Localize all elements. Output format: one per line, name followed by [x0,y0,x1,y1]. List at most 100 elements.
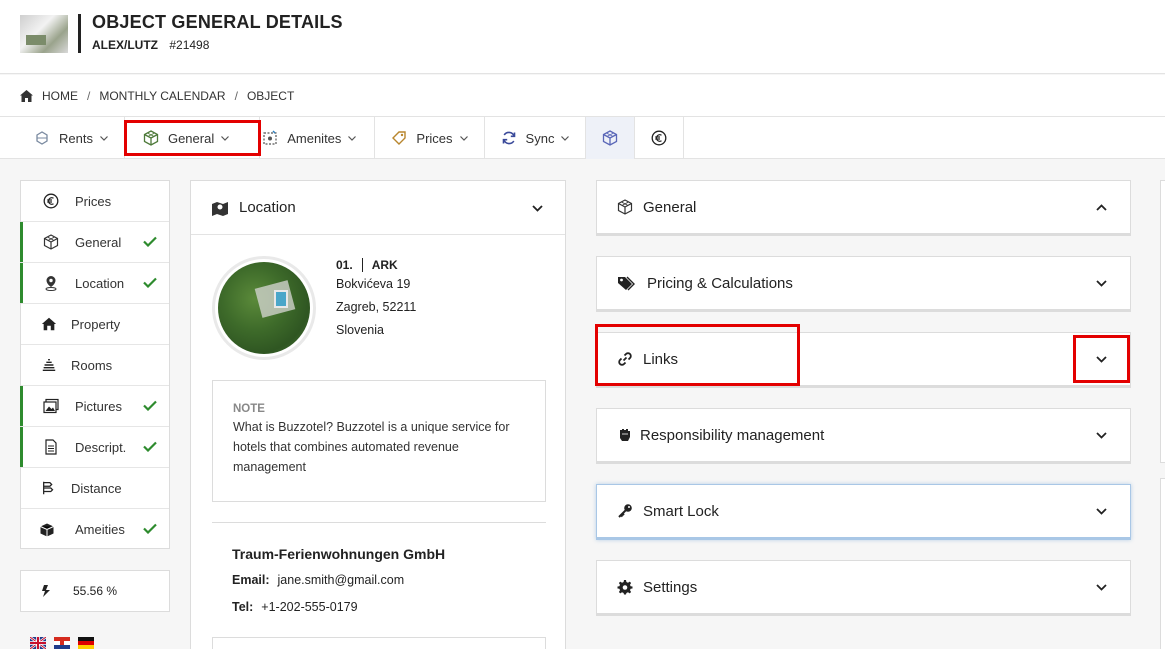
sidebar-item-pictures[interactable]: Pictures [20,386,169,427]
flag-uk-icon[interactable] [30,637,46,649]
note-label: NOTE [233,403,265,415]
breadcrumb-separator: / [234,88,238,103]
tab-euro[interactable] [635,117,685,159]
tags-icon [618,276,635,291]
owner-name: ALEX/LUTZ [92,38,158,52]
euro-icon [43,193,59,209]
completion-progress: 55.56 % [20,570,170,612]
tab-amenities-label: Amenites [287,130,342,146]
address-street: Bokvićeva 19 [336,277,411,291]
home-icon[interactable] [20,89,33,102]
check-icon [143,441,157,452]
next-card [212,637,546,649]
chevron-down-icon [561,135,570,141]
object-name: ARK [371,258,398,272]
tab-object-cube[interactable] [586,117,636,159]
sidebar-item-prices[interactable]: Prices [21,181,169,222]
sidebar-item-label: Property [71,316,121,332]
flag-germany-icon[interactable] [78,637,94,649]
sidebar-item-location[interactable]: Location [20,263,169,304]
highlight-general-tab [124,120,261,156]
sidebar-item-label: Distance [71,480,122,496]
accordion-general-label: General [643,198,697,216]
page-header: OBJECT GENERAL DETAILS ALEX/LUTZ #21498 [0,0,1165,74]
flag-croatia-icon[interactable] [54,637,70,649]
cube-icon [43,234,59,250]
chevron-down-icon [1096,508,1107,515]
location-pin-icon [45,276,57,291]
tab-rents[interactable]: Rents [0,117,125,159]
tab-sync[interactable]: Sync [485,117,587,159]
company-name: Traum-Ferienwohnungen GmbH [232,546,446,562]
chevron-down-icon [459,135,468,141]
check-icon [143,523,157,534]
tab-sync-label: Sync [525,130,555,146]
breadcrumb: HOME / MONTHLY CALENDAR / OBJECT [0,75,1165,116]
sidebar-item-property[interactable]: Property [21,304,169,345]
chevron-up-icon [1096,204,1107,211]
chevron-down-icon [1096,432,1107,439]
sidebar-item-amenities[interactable]: Ameities [21,509,169,550]
right-edge-panel [1160,478,1165,649]
tel-label: Tel: [232,600,254,614]
sidebar-item-label: Ameities [75,522,125,537]
tab-prices-label: Prices [416,130,453,146]
sidebar-item-rooms[interactable]: Rooms [21,345,169,386]
highlight-links-title [595,324,800,386]
page-title: OBJECT GENERAL DETAILS [92,12,343,32]
sidebar-item-distance[interactable]: Distance [21,468,169,509]
sidebar-item-label: Prices [75,193,112,209]
sidebar-nav: Prices General Location Property Rooms P… [20,180,170,549]
accordion-smart-lock-label: Smart Lock [643,502,719,520]
euro-icon [652,130,667,146]
tel-value[interactable]: +1-202-555-0179 [261,600,357,614]
object-code: 01. ARK [336,258,398,272]
sidebar-item-general[interactable]: General [20,222,169,263]
location-panel: Location 01. ARK Bokvićeva 19 Zagreb, 52… [190,180,566,649]
chevron-down-icon [100,135,108,141]
box-icon [40,523,54,536]
title-divider [78,14,81,53]
chevron-down-icon [348,135,357,141]
accordion-settings[interactable]: Settings [596,560,1131,616]
accordion-responsibility[interactable]: Responsibility management [596,408,1131,464]
email-label: Email: [232,573,270,587]
address-city: Zagreb, 52211 [336,300,417,314]
fist-icon [620,429,630,441]
highlight-links-chevron [1073,335,1130,383]
progress-value: 55.56 % [73,584,118,598]
right-edge-panel [1160,180,1165,463]
breadcrumb-object: OBJECT [246,88,295,103]
contact-phone: Tel: +1-202-555-0179 [232,600,358,614]
location-panel-title: Location [239,199,296,216]
sidebar-item-label: Descript. [75,439,127,455]
chevron-down-icon[interactable] [532,205,543,212]
accordion-general[interactable]: General [596,180,1131,236]
breadcrumb-separator: / [87,88,91,103]
cube-icon [603,130,618,146]
object-number: 01. [336,258,353,272]
accordion-smart-lock[interactable]: Smart Lock [596,484,1131,540]
note-box: NOTE What is Buzzotel? Buzzotel is a uni… [212,380,546,502]
check-icon [143,400,157,411]
accordion-settings-label: Settings [643,578,698,596]
accordion-pricing[interactable]: Pricing & Calculations [596,256,1131,312]
accordion-responsibility-label: Responsibility management [640,426,825,444]
sidebar-item-label: Location [75,275,125,291]
chevron-down-icon [1096,584,1107,591]
sync-icon [502,131,515,145]
breadcrumb-home[interactable]: HOME [42,89,78,103]
section-divider [212,522,546,523]
distance-icon [43,481,54,495]
email-value[interactable]: jane.smith@gmail.com [278,573,405,587]
tab-prices[interactable]: Prices [375,117,485,159]
location-panel-header[interactable]: Location [191,181,565,235]
tab-amenities[interactable]: Amenites [260,117,376,159]
pictures-icon [43,398,59,414]
map-pin-icon [212,201,228,216]
object-thumbnail [20,15,68,53]
breadcrumb-monthly-calendar[interactable]: MONTHLY CALENDAR [99,89,225,103]
gear-icon [617,580,633,595]
progress-icon [42,585,50,597]
sidebar-item-description[interactable]: Descript. [20,427,169,468]
